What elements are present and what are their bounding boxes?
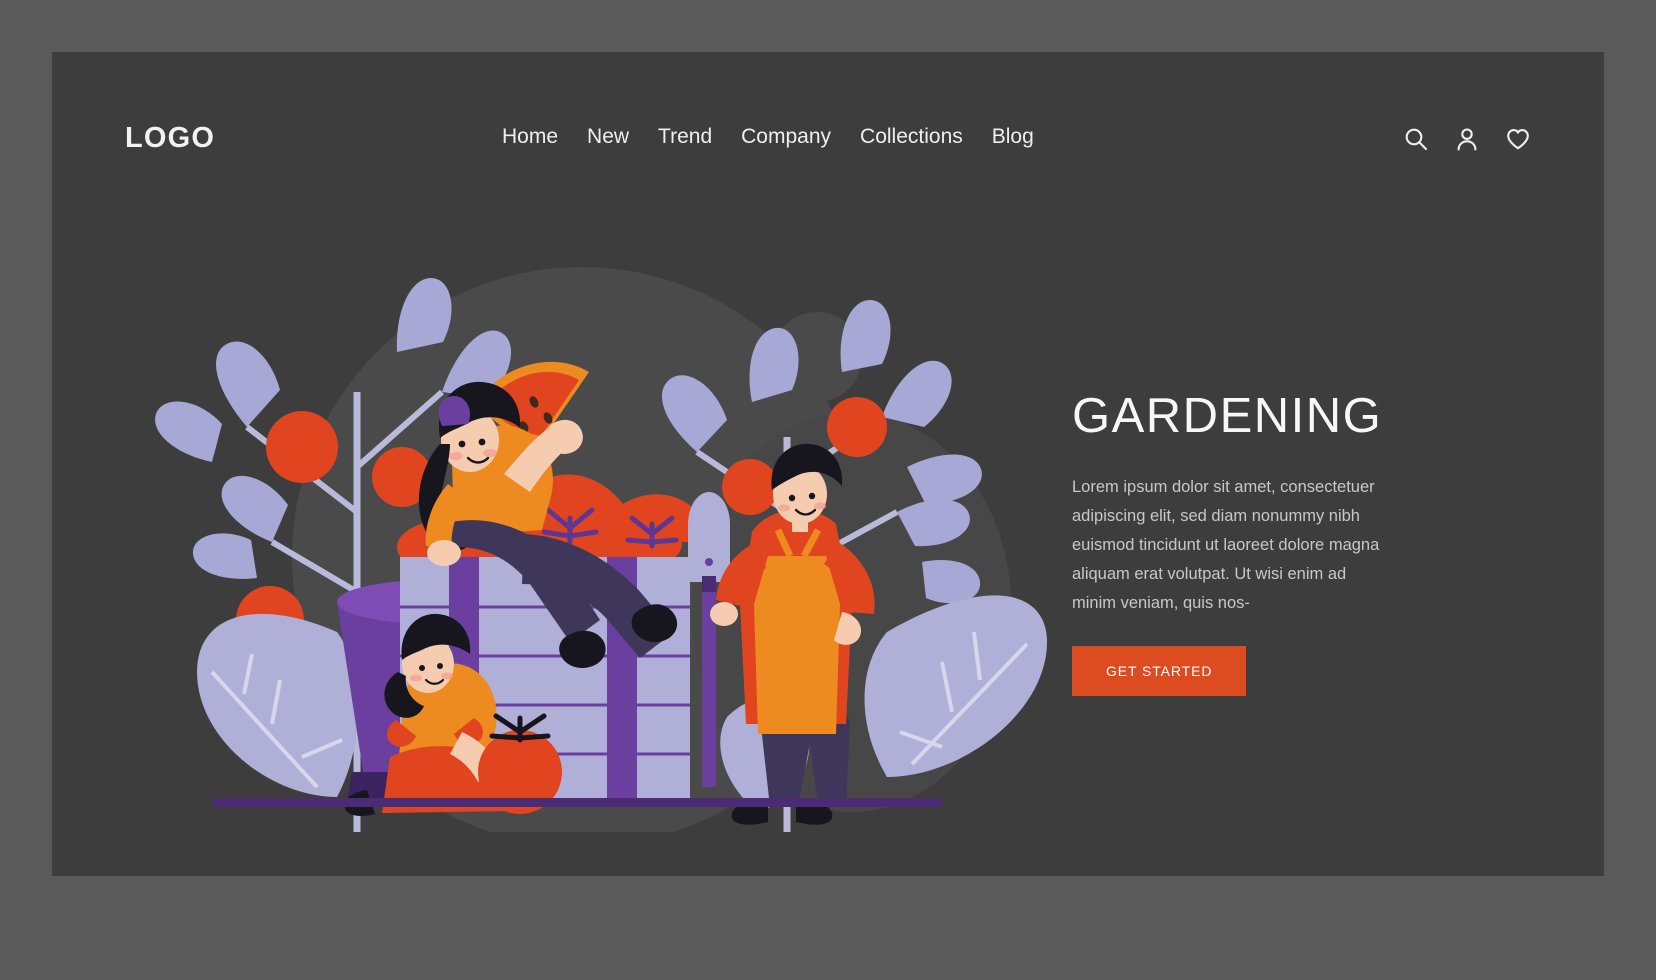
nav-item-collections[interactable]: Collections — [860, 125, 963, 149]
get-started-button[interactable]: GET STARTED — [1072, 646, 1247, 696]
site-header: LOGO Home New Trend Company Collections … — [52, 52, 1604, 192]
landing-page-panel: LOGO Home New Trend Company Collections … — [52, 52, 1604, 876]
nav-item-new[interactable]: New — [587, 125, 629, 149]
ground-line — [212, 798, 942, 807]
main-navigation: Home New Trend Company Collections Blog — [502, 125, 1034, 149]
apron — [754, 556, 840, 734]
nav-item-trend[interactable]: Trend — [658, 125, 712, 149]
heart-icon[interactable] — [1505, 126, 1531, 152]
header-icon-group — [1403, 126, 1531, 152]
page-title: GARDENING — [1072, 389, 1383, 443]
search-icon[interactable] — [1403, 126, 1429, 152]
large-leaf-left — [197, 613, 358, 797]
hero-text-block: GARDENING Lorem ipsum dolor sit amet, co… — [1072, 392, 1452, 696]
tomato — [827, 397, 887, 457]
page-root: LOGO Home New Trend Company Collections … — [0, 0, 1656, 980]
tomato — [266, 411, 338, 483]
tomato — [722, 459, 778, 515]
nav-item-home[interactable]: Home — [502, 125, 558, 149]
user-icon[interactable] — [1454, 126, 1480, 152]
site-logo[interactable]: LOGO — [125, 122, 215, 155]
hero-description: Lorem ipsum dolor sit amet, consectetuer… — [1072, 478, 1380, 612]
gardening-illustration — [152, 212, 1052, 832]
nav-item-blog[interactable]: Blog — [992, 125, 1034, 149]
nav-item-company[interactable]: Company — [741, 125, 831, 149]
